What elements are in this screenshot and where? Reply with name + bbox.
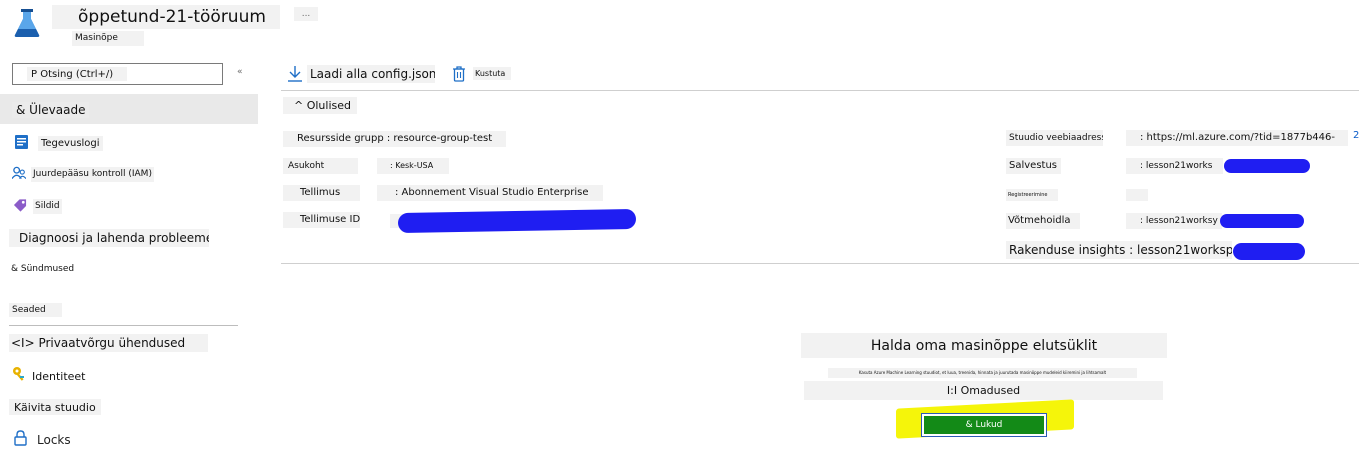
workspace-type: Masinõpe [72,31,144,46]
redaction-keyvault [1220,214,1304,228]
keyvault-label: Võtmehoidla [1006,213,1080,229]
delete-button[interactable]: Kustuta [473,67,511,80]
essentials-toggle[interactable]: ^ Olulised [283,97,357,114]
azure-ml-logo-icon [14,8,40,38]
sidebar-item-activity-log[interactable]: Tegevuslogi [38,136,103,151]
people-icon [12,166,26,180]
subscription-id-label: Tellimuse ID : [283,212,360,228]
toolbar-divider [281,90,1359,91]
studio-url-value[interactable]: : https://ml.azure.com/?tid=1877b446- [1126,130,1348,146]
sidebar-item-tags[interactable]: Sildid [33,199,62,214]
search-input[interactable]: P Otsing (Ctrl+/) [12,63,223,85]
locks-button[interactable]: & Lukud [921,413,1047,437]
more-options-button[interactable]: ... [294,7,318,21]
redaction-storage [1224,159,1310,173]
locks-button-label: & Lukud [924,416,1044,434]
workspace-title: õppetund-21-tööruum [52,5,280,29]
registry-label: Registreerimine [1006,189,1058,201]
sidebar-item-private-endpoints[interactable]: <I> Privaatvõrgu ühendused [9,334,208,352]
studio-url-overflow[interactable]: 2 [1353,131,1359,141]
properties-link[interactable]: I:I Omadused [804,381,1163,400]
download-config-button[interactable]: Laadi alla config.json [307,65,435,83]
sidebar-item-access-control[interactable]: Juurdepääsu kontroll (IAM) [31,167,154,182]
keyvault-value[interactable]: : lesson21worksy [1126,213,1222,229]
trash-icon [452,65,466,83]
subscription-value[interactable]: : Abonnement Visual Studio Enterprise [377,185,603,201]
collapse-sidebar-button[interactable]: « [237,68,243,77]
resource-group-field[interactable]: Resursside grupp : resource-group-test [283,131,506,147]
redaction-app-insights [1233,243,1305,260]
download-icon [287,65,303,83]
sidebar-divider [9,325,238,326]
studio-url-label: Stuudio veebiaadress [1006,130,1103,146]
location-value: : Kesk-USA [377,158,449,174]
registry-value [1126,189,1148,201]
lock-icon [13,430,27,446]
key-icon [12,367,26,381]
sidebar-item-label: & Ülevaade [12,102,90,118]
sidebar-section-settings: Seaded [9,303,62,317]
activity-log-icon [14,135,28,149]
sidebar-item-diagnose[interactable]: Diagnoosi ja lahenda probleeme [9,229,209,247]
essentials-divider [281,263,1359,264]
lifecycle-title: Halda oma masinõppe elutsüklit [801,333,1167,358]
sidebar-item-events[interactable]: & Sündmused [9,263,76,276]
subscription-label: Tellimus [283,185,360,201]
lifecycle-description: Kasuta Azure Machine Learning stuudiot, … [828,368,1137,378]
location-label: Asukoht [283,158,358,174]
search-placeholder: P Otsing (Ctrl+/) [27,67,128,81]
storage-value[interactable]: : lesson21works [1126,158,1223,174]
sidebar-item-locks[interactable]: Locks [37,432,71,447]
sidebar-item-identity[interactable]: Identiteet [31,369,87,383]
app-insights-field[interactable]: Rakenduse insights : lesson21worksp. [1006,241,1232,259]
sidebar-item-launch-studio[interactable]: Käivita stuudio [9,399,101,415]
storage-label: Salvestus [1006,158,1061,174]
tag-icon [13,198,27,212]
redaction-subscription-id [397,208,637,234]
